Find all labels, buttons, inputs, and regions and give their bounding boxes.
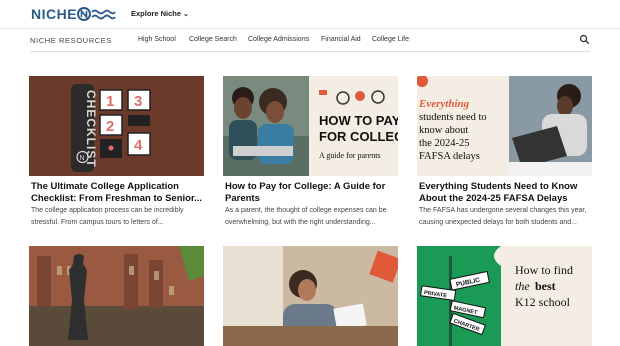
article-image: HOW TO PAY FOR COLLEGE A guide for paren… [223, 76, 398, 176]
image-headline-line: FOR COLLEGE [319, 129, 398, 144]
niche-logo[interactable]: NICHE [31, 6, 117, 22]
search-icon[interactable] [579, 34, 590, 45]
student-photo [223, 246, 398, 346]
checklist-number: 1 [106, 93, 114, 110]
article-image: CHECKLIST N 1 3 2 4 [29, 76, 204, 176]
top-bar: NICHE Explore Niche ⌄ [0, 0, 620, 28]
image-kicker: Everything [418, 98, 470, 110]
checklist-number: 2 [106, 118, 114, 135]
checklist-illustration: CHECKLIST N 1 3 2 4 [71, 84, 151, 172]
image-headline: K12 school [515, 295, 571, 309]
chevron-down-icon: ⌄ [183, 11, 189, 18]
top-divider [0, 28, 620, 29]
niche-logo-mark-icon [77, 7, 116, 21]
explore-label: Explore Niche [131, 9, 182, 18]
nav-item-high-school[interactable]: High School [138, 36, 176, 43]
article-image: PUBLIC PRIVATE MAGNET CHARTER How to fin… [417, 246, 592, 346]
article-title[interactable]: How to Pay for College: A Guide for Pare… [225, 181, 398, 204]
article-title[interactable]: The Ultimate College Application Checkli… [31, 181, 204, 204]
article-title[interactable]: Everything Students Need to Know About t… [419, 181, 592, 204]
article-description: The college application process can be i… [31, 207, 184, 226]
parents-illustration: HOW TO PAY FOR COLLEGE A guide for paren… [223, 76, 398, 176]
resources-nav: NICHE RESOURCES High School College Sear… [30, 30, 590, 50]
image-headline-line: HOW TO PAY [319, 113, 398, 128]
checklist-number: 3 [134, 93, 142, 110]
image-headline: How to find [515, 263, 573, 277]
explore-niche-menu[interactable]: Explore Niche ⌄ [131, 9, 189, 20]
article-image [223, 246, 398, 346]
image-subhead: A guide for parents [319, 151, 381, 160]
checklist-vertical-text: CHECKLIST [84, 90, 98, 168]
nav-item-college-life[interactable]: College Life [372, 36, 409, 43]
fafsa-illustration: Everything students need to know about t… [417, 76, 592, 176]
checklist-number: 4 [134, 137, 143, 154]
campus-photo [29, 246, 204, 346]
image-headline-line: FAFSA delays [419, 151, 480, 162]
image-headline: best [535, 279, 556, 293]
article-description: As a parent, the thought of college expe… [225, 207, 387, 226]
image-headline-line: students need to [419, 112, 487, 123]
nav-item-college-search[interactable]: College Search [189, 36, 237, 43]
image-headline-line: the 2024-25 [419, 138, 469, 149]
article-description: The FAFSA has undergone several changes … [419, 207, 587, 226]
nav-divider [30, 51, 590, 52]
nav-item-college-admissions[interactable]: College Admissions [248, 36, 309, 43]
logo-text: NICHE [31, 6, 78, 22]
article-image [29, 246, 204, 346]
nav-item-financial-aid[interactable]: Financial Aid [321, 36, 361, 43]
article-image: Everything students need to know about t… [417, 76, 592, 176]
k12-illustration: PUBLIC PRIVATE MAGNET CHARTER How to fin… [417, 246, 592, 346]
resources-title[interactable]: NICHE RESOURCES [30, 36, 112, 45]
image-headline-line: know about [419, 125, 468, 136]
svg-text:N: N [80, 155, 85, 162]
image-headline: the [515, 279, 530, 293]
